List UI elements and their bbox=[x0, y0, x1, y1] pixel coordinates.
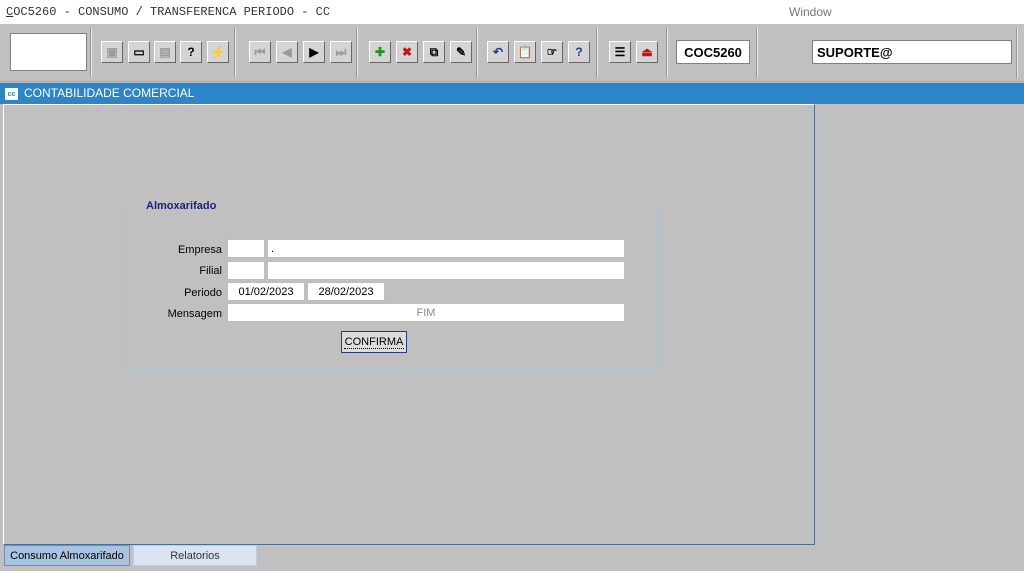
next-record-button[interactable]: ▶ bbox=[303, 41, 325, 63]
insert-record-button[interactable]: ✚ bbox=[369, 41, 391, 63]
periodo-label: Periodo bbox=[184, 287, 222, 299]
clear-record-icon: ✎ bbox=[455, 45, 467, 59]
screen-icon: ▭ bbox=[133, 45, 145, 59]
empresa-name-input[interactable]: . bbox=[267, 239, 625, 258]
menu-icon: ☰ bbox=[614, 45, 626, 59]
empresa-code-input[interactable] bbox=[227, 239, 265, 258]
filial-code-input[interactable] bbox=[227, 261, 265, 280]
duplicate-record-button[interactable]: ⧉ bbox=[423, 41, 445, 63]
menu-button[interactable]: ☰ bbox=[609, 41, 631, 63]
first-record-icon: ⏮ bbox=[254, 45, 266, 59]
clipboard-button[interactable]: 📋 bbox=[514, 41, 536, 63]
tab-consumo-almoxarifado[interactable]: Consumo Almoxarifado bbox=[4, 545, 130, 566]
frame-title: Almoxarifado bbox=[140, 200, 223, 212]
user-field: SUPORTE@ bbox=[812, 40, 1012, 64]
empresa-label: Empresa bbox=[177, 244, 222, 256]
confirma-label: CONFIRMA bbox=[343, 335, 405, 349]
duplicate-record-icon: ⧉ bbox=[429, 45, 439, 59]
first-record-button[interactable]: ⏮ bbox=[249, 41, 271, 63]
mensagem-field: FIM bbox=[227, 303, 625, 322]
previous-record-icon: ◀ bbox=[282, 45, 292, 59]
query-help-button[interactable]: ? bbox=[180, 41, 202, 63]
clear-record-button[interactable]: ✎ bbox=[450, 41, 472, 63]
exit-button[interactable]: ⏏ bbox=[636, 41, 658, 63]
previous-record-button[interactable]: ◀ bbox=[276, 41, 298, 63]
query-help-icon: ? bbox=[187, 45, 195, 59]
mensagem-label: Mensagem bbox=[167, 308, 222, 320]
confirma-button[interactable]: CONFIRMA bbox=[341, 331, 407, 353]
screen-button[interactable]: ▭ bbox=[128, 41, 150, 63]
window-title: COC5260 - CONSUMO / TRANSFERENCA PERIODO… bbox=[6, 5, 331, 19]
exit-icon: ⏏ bbox=[641, 45, 653, 59]
help-button[interactable]: ? bbox=[568, 41, 590, 63]
next-record-icon: ▶ bbox=[309, 45, 319, 59]
module-title: CONTABILIDADE COMERCIAL bbox=[24, 86, 195, 100]
periodo-fim-input[interactable]: 28/02/2023 bbox=[307, 282, 385, 301]
title-bar: COC5260 - CONSUMO / TRANSFERENCA PERIODO… bbox=[0, 0, 1024, 24]
list-of-values-icon: ☞ bbox=[546, 45, 558, 59]
print-button[interactable]: ▤ bbox=[154, 41, 176, 63]
undo-icon: ↶ bbox=[492, 45, 504, 59]
app-icon: cc bbox=[5, 88, 18, 100]
toolbar: ▣ ▭ ▤ ? ⚡ ⏮ ◀ ▶ ⏭ ✚ ✖ ⧉ ✎ ↶ 📋 ☞ ? ☰ ⏏ CO… bbox=[0, 24, 1024, 82]
help-icon: ? bbox=[575, 45, 583, 59]
list-of-values-button[interactable]: ☞ bbox=[541, 41, 563, 63]
save-icon: ▣ bbox=[106, 45, 118, 59]
delete-record-button[interactable]: ✖ bbox=[396, 41, 418, 63]
execute-query-icon: ⚡ bbox=[210, 45, 226, 59]
last-record-button[interactable]: ⏭ bbox=[330, 41, 352, 63]
tab-relatorios[interactable]: Relatorios bbox=[133, 545, 257, 566]
last-record-icon: ⏭ bbox=[335, 45, 347, 59]
execute-query-button[interactable]: ⚡ bbox=[207, 41, 229, 63]
periodo-inicio-input[interactable]: 01/02/2023 bbox=[227, 282, 305, 301]
save-button[interactable]: ▣ bbox=[101, 41, 123, 63]
delete-record-icon: ✖ bbox=[401, 45, 413, 59]
form-code-field: COC5260 bbox=[676, 40, 750, 64]
logo-box bbox=[10, 33, 87, 71]
menu-window[interactable]: Window bbox=[789, 5, 832, 19]
module-header: cc CONTABILIDADE COMERCIAL bbox=[0, 83, 1024, 104]
undo-button[interactable]: ↶ bbox=[487, 41, 509, 63]
insert-record-icon: ✚ bbox=[374, 45, 386, 59]
filial-name-input[interactable] bbox=[267, 261, 625, 280]
filial-label: Filial bbox=[199, 265, 222, 277]
clipboard-icon: 📋 bbox=[517, 45, 533, 59]
print-icon: ▤ bbox=[159, 45, 171, 59]
